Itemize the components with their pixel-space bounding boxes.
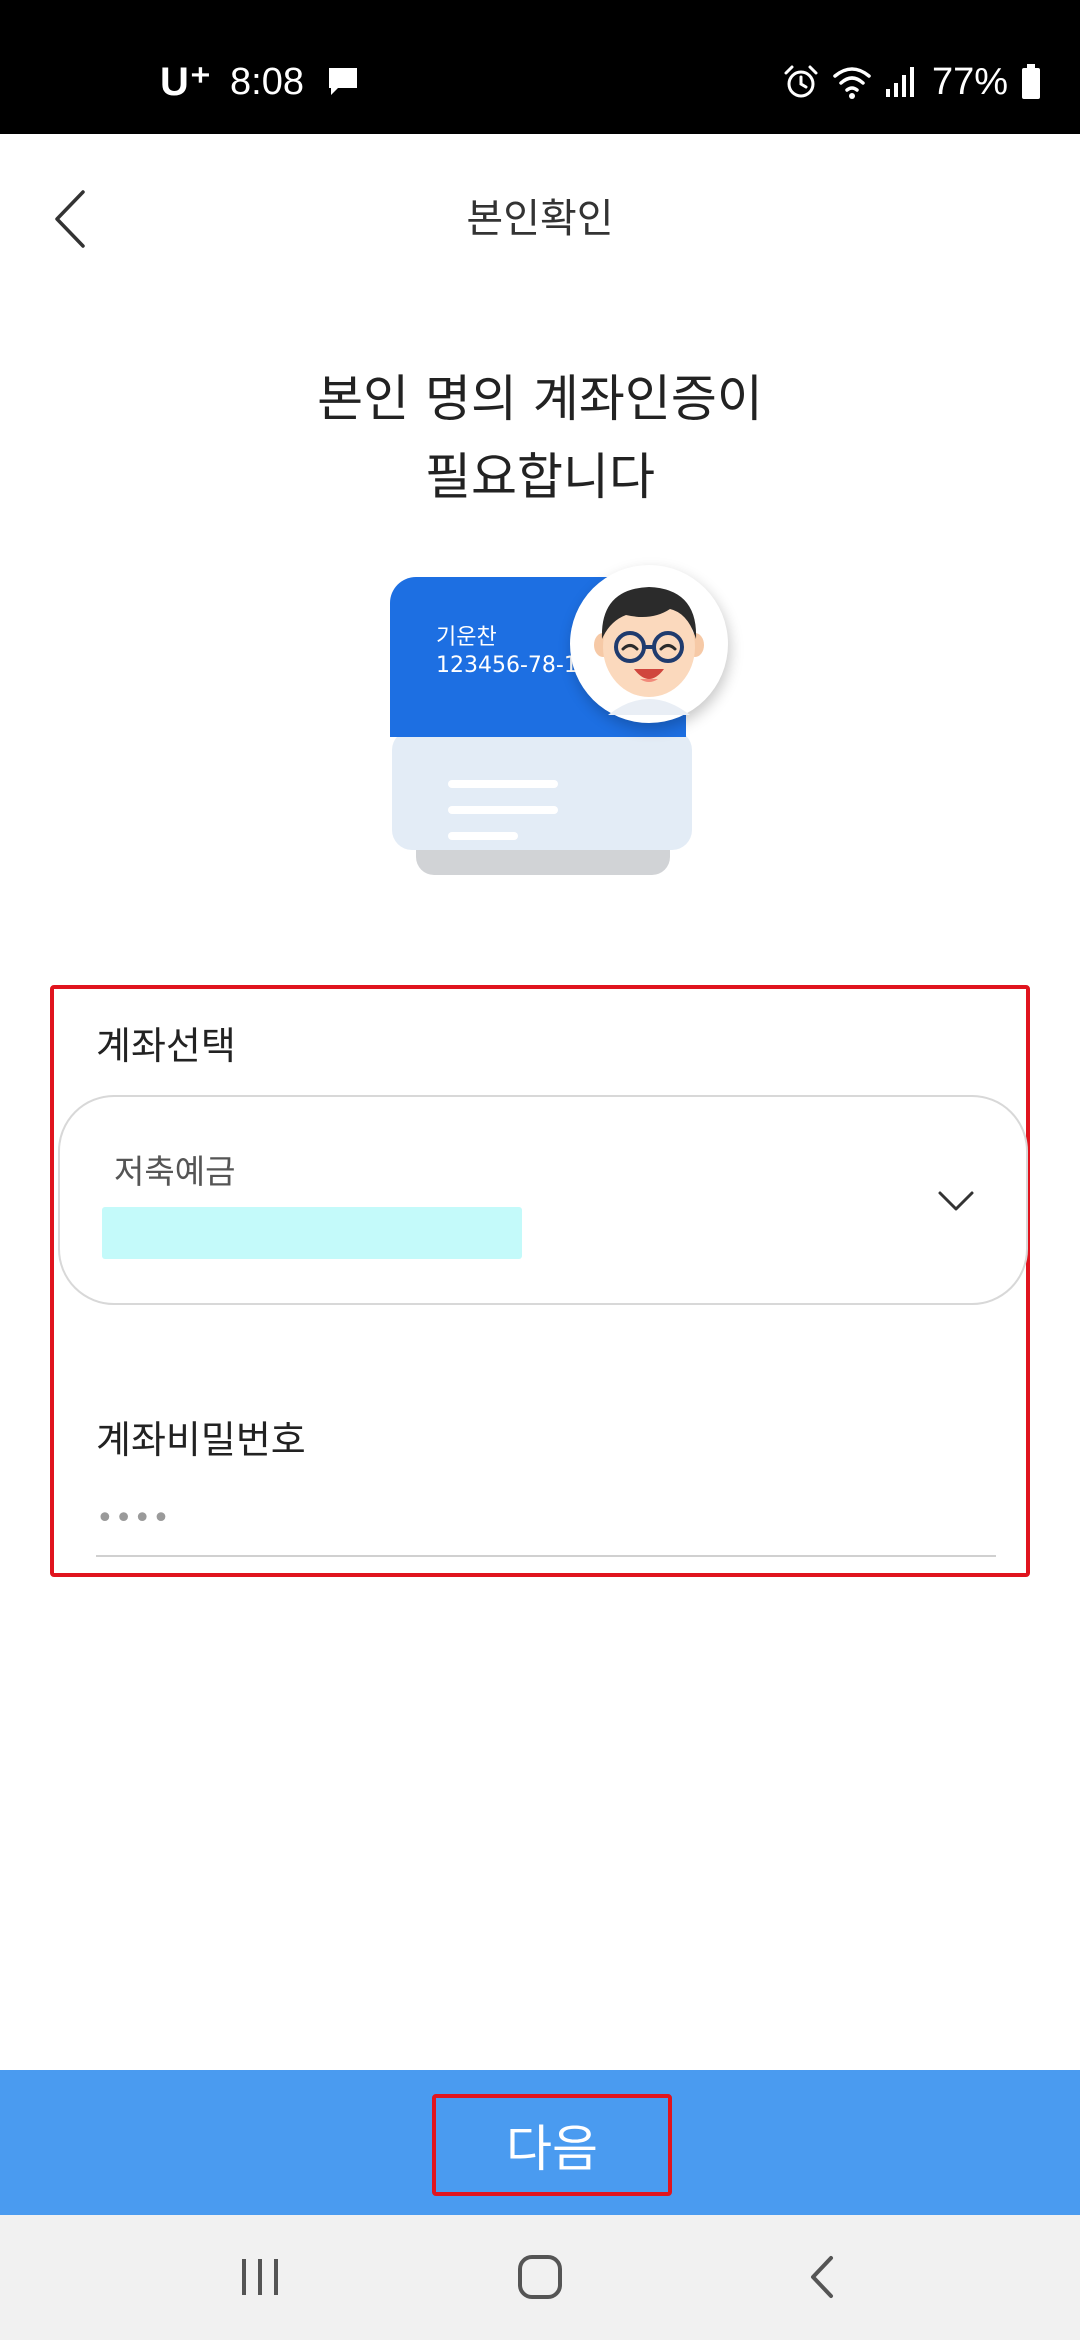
status-left: U⁺ 8:08 xyxy=(160,52,360,112)
alarm-icon xyxy=(782,63,820,101)
account-select-dropdown[interactable]: 저축예금 xyxy=(58,1095,1028,1305)
carrier-label: U⁺ xyxy=(160,60,212,104)
back-icon[interactable] xyxy=(782,2245,862,2309)
headline-line-1: 본인 명의 계좌인증이 xyxy=(317,370,763,428)
bankbook-line xyxy=(448,806,558,814)
card-number: 123456-78-1 xyxy=(436,653,578,678)
status-bar: U⁺ 8:08 77% xyxy=(0,0,1080,134)
next-button[interactable]: 다음 xyxy=(432,2094,672,2196)
home-icon[interactable] xyxy=(500,2245,580,2309)
recent-apps-icon[interactable] xyxy=(220,2245,300,2309)
page-title: 본인확인 xyxy=(466,196,614,242)
header: 본인확인 xyxy=(0,134,1080,304)
card-holder-name: 기운찬 xyxy=(436,625,497,650)
chevron-down-icon xyxy=(934,1179,978,1223)
account-verification-form: 계좌선택 저축예금 계좌비밀번호 xyxy=(50,985,1030,1577)
message-icon xyxy=(326,66,360,98)
account-password-label: 계좌비밀번호 xyxy=(96,1418,306,1462)
system-nav-bar xyxy=(0,2215,1080,2340)
smiling-man-icon xyxy=(579,574,719,715)
headline: 본인 명의 계좌인증이 필요합니다 xyxy=(0,360,1080,516)
battery-percent: 77% xyxy=(931,60,1008,103)
bankbook-line xyxy=(448,780,558,788)
account-select-label: 계좌선택 xyxy=(96,1024,236,1068)
account-password-input[interactable] xyxy=(96,1487,996,1557)
bankbook-page xyxy=(392,730,692,850)
battery-icon xyxy=(1020,63,1042,101)
bankbook-line xyxy=(448,832,518,840)
bankbook-illustration: 기운찬 123456-78-1 xyxy=(380,555,760,905)
status-time: 8:08 xyxy=(230,60,304,103)
status-right: 77% xyxy=(770,52,1042,112)
signal-icon xyxy=(884,65,918,99)
avatar xyxy=(570,565,728,723)
headline-line-2: 필요합니다 xyxy=(425,448,655,506)
account-type: 저축예금 xyxy=(114,1152,236,1191)
account-number-masked xyxy=(102,1207,522,1259)
next-button-bar: 다음 xyxy=(0,2070,1080,2215)
wifi-icon xyxy=(832,64,872,100)
